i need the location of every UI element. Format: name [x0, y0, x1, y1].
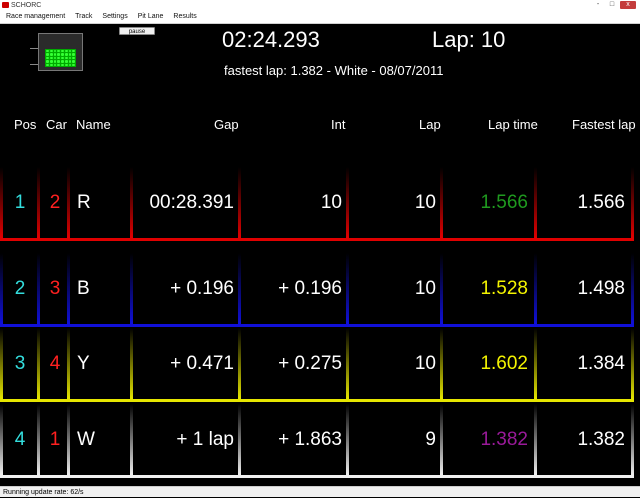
app-icon: [2, 2, 9, 8]
cell-lap-time: 1.528: [443, 253, 537, 327]
value-lap-time: 1.602: [480, 353, 528, 374]
value-pos: 3: [14, 353, 26, 374]
header-lap: Lap: [419, 117, 441, 132]
value-gap: + 0.471: [170, 353, 234, 374]
status-bar: Running update rate: 62/s: [0, 486, 640, 497]
header-pos: Pos: [14, 117, 37, 132]
value-car: 4: [49, 353, 61, 374]
cell-fastest-lap: 1.384: [537, 328, 634, 402]
current-lap: Lap: 10: [432, 27, 506, 52]
cell-lap: 9: [349, 404, 443, 478]
header-int: Int: [331, 117, 346, 132]
cell-fastest-lap: 1.566: [537, 167, 634, 241]
value-lap: 10: [414, 278, 436, 299]
cell-gap: + 0.471: [133, 328, 241, 402]
menu-results[interactable]: Results: [170, 11, 201, 23]
value-name: R: [77, 192, 91, 213]
value-name: B: [77, 278, 90, 299]
cell-int: + 0.275: [241, 328, 349, 402]
race-time: 02:24.293: [222, 27, 320, 52]
value-name: Y: [77, 353, 90, 374]
menu-track[interactable]: Track: [72, 11, 97, 23]
pause-button[interactable]: pause: [119, 27, 155, 35]
value-car: 3: [49, 278, 61, 299]
header-gap: Gap: [214, 117, 239, 132]
cell-car: 1: [40, 404, 70, 478]
cell-car: 3: [40, 253, 70, 327]
value-int: + 0.196: [278, 278, 342, 299]
value-lap: 10: [414, 192, 436, 213]
window-controls: - □ x: [592, 1, 636, 9]
cell-gap: + 0.196: [133, 253, 241, 327]
value-lap-time: 1.528: [480, 278, 528, 299]
menu-race-management[interactable]: Race management: [3, 11, 70, 23]
value-lap-time: 1.382: [480, 429, 528, 450]
value-pos: 4: [14, 429, 26, 450]
cell-lap: 10: [349, 253, 443, 327]
cell-gap: 00:28.391: [133, 167, 241, 241]
value-int: 10: [320, 192, 342, 213]
table-row: 4 1 W + 1 lap + 1.863 9 1.382 1.382: [0, 404, 640, 478]
light-wire: [30, 64, 38, 65]
cell-pos: 1: [0, 167, 40, 241]
value-gap: 00:28.391: [149, 192, 234, 213]
cell-name: R: [70, 167, 133, 241]
cell-pos: 3: [0, 328, 40, 402]
value-int: + 0.275: [278, 353, 342, 374]
cell-pos: 4: [0, 404, 40, 478]
cell-lap-time: 1.566: [443, 167, 537, 241]
start-light-icon: [38, 33, 83, 71]
cell-int: 10: [241, 167, 349, 241]
menu-bar: Race management Track Settings Pit Lane …: [0, 11, 640, 24]
cell-car: 4: [40, 328, 70, 402]
menu-settings[interactable]: Settings: [99, 11, 132, 23]
cell-name: B: [70, 253, 133, 327]
table-row: 2 3 B + 0.196 + 0.196 10 1.528 1.498: [0, 253, 640, 327]
menu-pit-lane[interactable]: Pit Lane: [135, 11, 169, 23]
header-fastest-lap: Fastest lap: [572, 117, 636, 132]
cell-int: + 0.196: [241, 253, 349, 327]
cell-fastest-lap: 1.498: [537, 253, 634, 327]
value-fastest-lap: 1.566: [577, 192, 625, 213]
value-fastest-lap: 1.382: [577, 429, 625, 450]
value-car: 2: [49, 192, 61, 213]
value-car: 1: [49, 429, 61, 450]
cell-lap: 10: [349, 328, 443, 402]
maximize-icon[interactable]: □: [606, 1, 618, 9]
value-name: W: [77, 429, 95, 450]
cell-lap-time: 1.382: [443, 404, 537, 478]
cell-int: + 1.863: [241, 404, 349, 478]
header-lap-time: Lap time: [488, 117, 538, 132]
header-name: Name: [76, 117, 111, 132]
value-pos: 1: [14, 192, 26, 213]
cell-lap-time: 1.602: [443, 328, 537, 402]
start-light-grid: [45, 49, 76, 67]
value-int: + 1.863: [278, 429, 342, 450]
header-car: Car: [46, 117, 67, 132]
cell-gap: + 1 lap: [133, 404, 241, 478]
value-gap: + 1 lap: [176, 429, 234, 450]
value-lap: 9: [425, 429, 436, 450]
cell-car: 2: [40, 167, 70, 241]
minimize-icon[interactable]: -: [592, 1, 604, 9]
value-lap-time: 1.566: [480, 192, 528, 213]
value-fastest-lap: 1.384: [577, 353, 625, 374]
cell-pos: 2: [0, 253, 40, 327]
window-title: SCHORC: [11, 2, 42, 9]
cell-lap: 10: [349, 167, 443, 241]
value-lap: 10: [414, 353, 436, 374]
cell-name: W: [70, 404, 133, 478]
fastest-lap-summary: fastest lap: 1.382 - White - 08/07/2011: [224, 63, 444, 78]
close-icon[interactable]: x: [620, 1, 636, 9]
value-gap: + 0.196: [170, 278, 234, 299]
value-fastest-lap: 1.498: [577, 278, 625, 299]
table-row: 1 2 R 00:28.391 10 10 1.566 1.566: [0, 167, 640, 241]
value-pos: 2: [14, 278, 26, 299]
table-row: 3 4 Y + 0.471 + 0.275 10 1.602 1.384: [0, 328, 640, 402]
light-wire: [30, 48, 38, 49]
cell-fastest-lap: 1.382: [537, 404, 634, 478]
cell-name: Y: [70, 328, 133, 402]
